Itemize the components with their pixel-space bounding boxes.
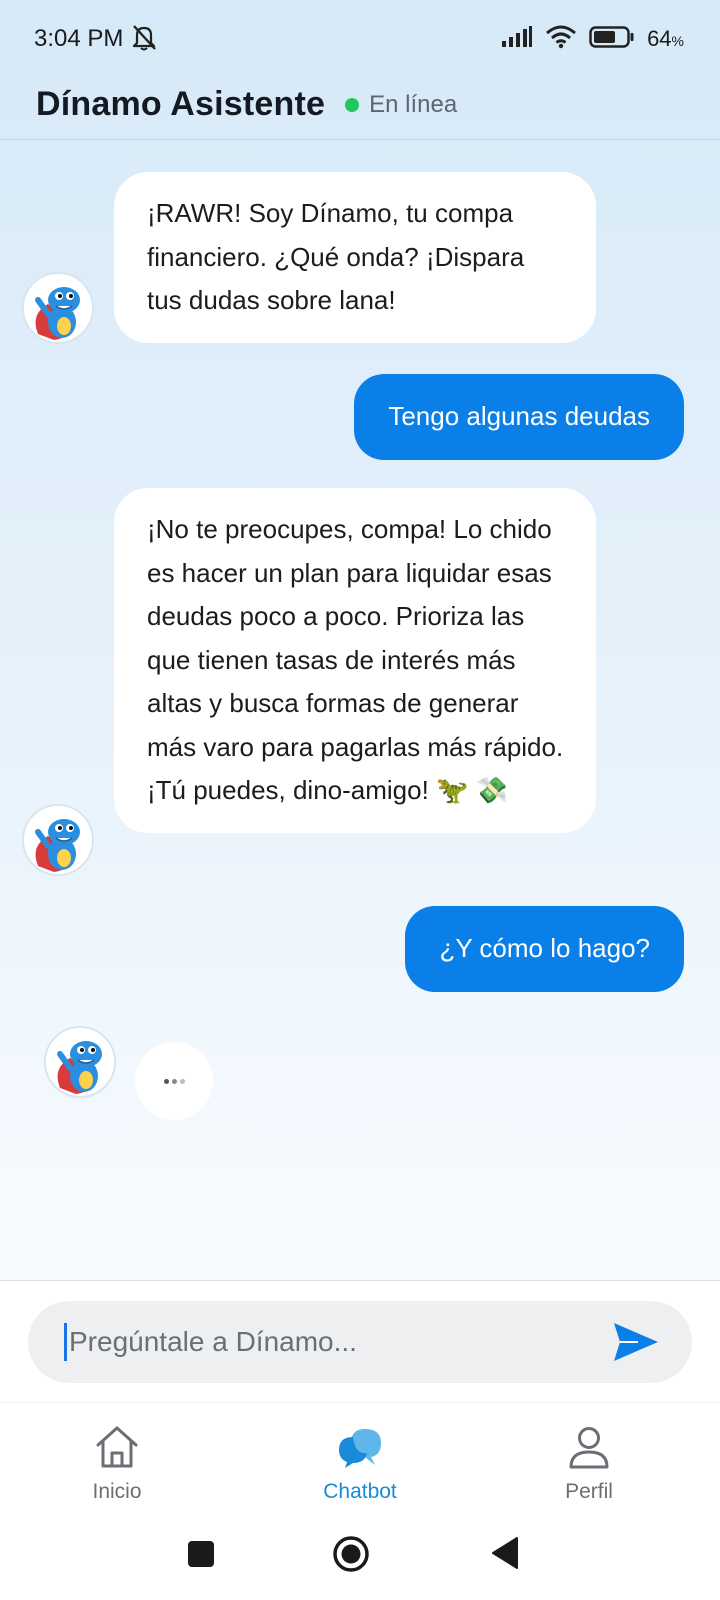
dinamo-avatar (44, 1026, 116, 1098)
bot-message: ¡RAWR! Soy Dínamo, tu compa financiero. … (114, 172, 596, 343)
back-triangle-icon[interactable] (490, 1536, 520, 1575)
status-left: 3:04 PM (34, 23, 159, 56)
home-circle-icon[interactable] (332, 1535, 370, 1578)
chat-bubbles-icon (337, 1429, 383, 1473)
status-right: 64% (501, 25, 684, 54)
status-bar: 3:04 PM 64% (0, 0, 720, 70)
online-status-dot (345, 97, 360, 112)
nav-item-chatbot[interactable]: Chatbot (300, 1425, 420, 1504)
user-icon (566, 1427, 612, 1473)
user-message: Tengo algunas deudas (354, 374, 684, 460)
system-nav-bar (0, 1520, 720, 1600)
nav-item-inicio[interactable]: Inicio (57, 1425, 177, 1504)
message-input-bar (0, 1280, 720, 1402)
text-caret (64, 1323, 67, 1361)
online-status-text: En línea (369, 90, 458, 118)
nav-label: Inicio (92, 1480, 142, 1503)
message-input-container[interactable] (28, 1301, 692, 1383)
battery-percent: 64% (647, 26, 684, 51)
nav-item-perfil[interactable]: Perfil (529, 1425, 649, 1504)
typing-dots-icon (135, 1042, 213, 1120)
home-icon (94, 1426, 140, 1473)
nav-label: Perfil (565, 1480, 613, 1503)
battery-icon (589, 25, 635, 54)
page-title: Dínamo Asistente (36, 85, 326, 123)
status-time: 3:04 PM (34, 25, 124, 52)
app-header: Dínamo Asistente En línea (0, 70, 720, 140)
recents-square-icon[interactable] (187, 1540, 215, 1573)
chat-area[interactable]: ¡RAWR! Soy Dínamo, tu compa financiero. … (0, 140, 720, 1280)
user-message: ¿Y cómo lo hago? (405, 906, 684, 992)
dinamo-avatar (22, 272, 94, 344)
send-icon[interactable] (612, 1321, 660, 1363)
message-input[interactable] (69, 1326, 589, 1358)
wifi-icon (545, 25, 577, 54)
nav-label: Chatbot (323, 1480, 397, 1503)
bot-message: ¡No te preocupes, compa! Lo chido es hac… (114, 488, 596, 833)
bottom-nav: Inicio Chatbot Perfil (0, 1402, 720, 1520)
notifications-off-icon (129, 23, 159, 56)
signal-icon (501, 25, 533, 53)
dinamo-avatar (22, 804, 94, 876)
